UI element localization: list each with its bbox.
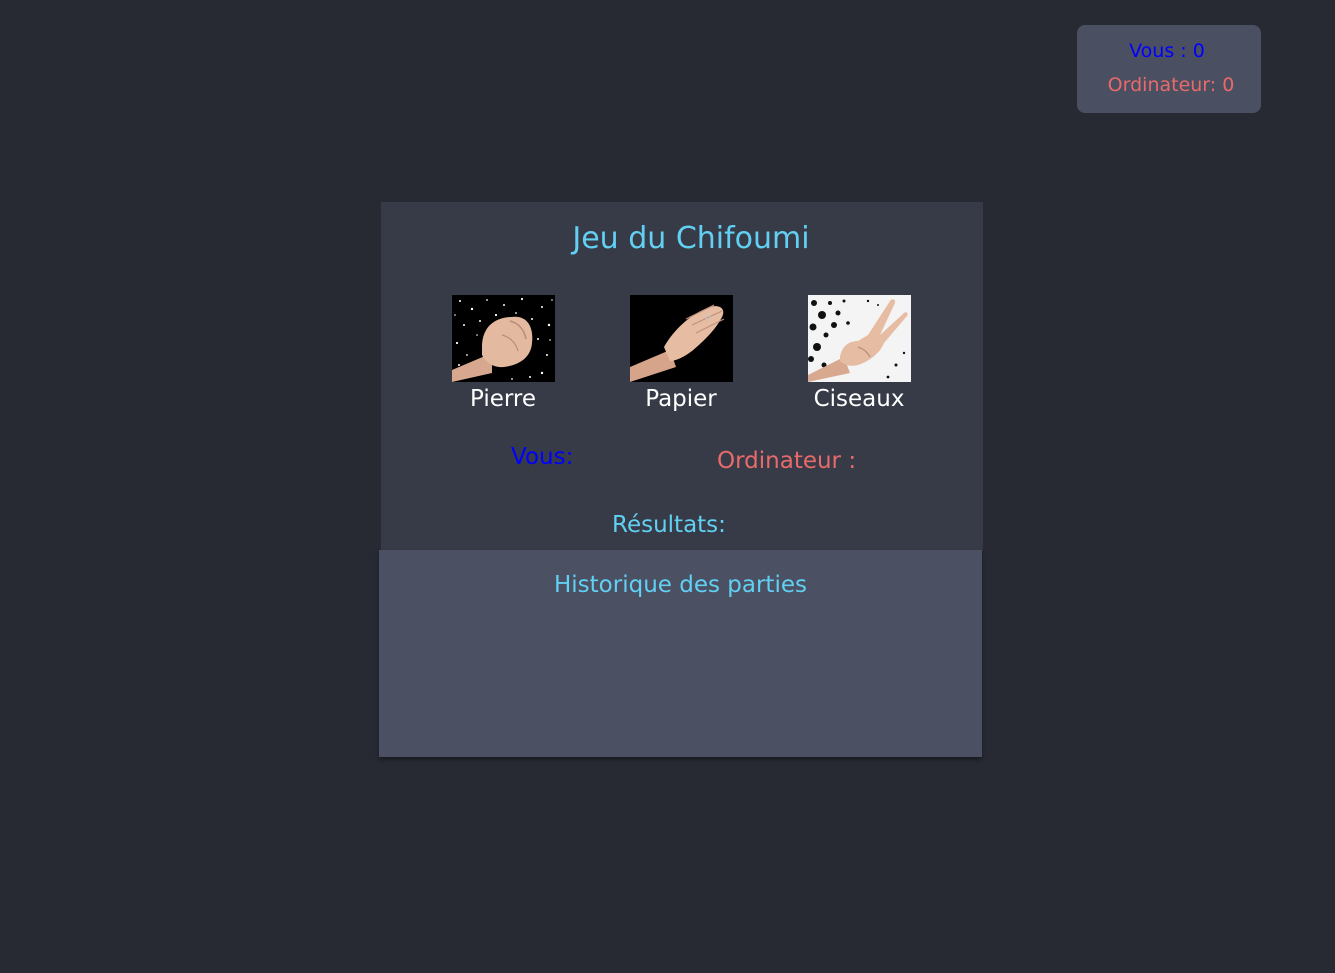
choice-pierre-button[interactable]: Pierre bbox=[443, 295, 563, 412]
flat-paper-hand-icon[interactable] bbox=[629, 295, 733, 382]
game-title: Jeu du Chifoumi bbox=[572, 221, 810, 256]
v-scissors-hand-icon[interactable] bbox=[807, 295, 911, 382]
computer-choice-label: Ordinateur : bbox=[717, 448, 857, 474]
choice-ciseaux-label: Ciseaux bbox=[813, 386, 905, 412]
scoreboard: Vous : 0 Ordinateur: 0 bbox=[1077, 25, 1261, 113]
results-label: Résultats: bbox=[612, 512, 726, 538]
computer-score: Ordinateur: 0 bbox=[1107, 74, 1235, 96]
choice-papier-button[interactable]: Papier bbox=[621, 295, 741, 412]
choice-ciseaux-button[interactable]: Ciseaux bbox=[799, 295, 919, 412]
player-score: Vous : 0 bbox=[1129, 40, 1205, 62]
history-title: Historique des parties bbox=[554, 572, 807, 598]
history-panel: Historique des parties bbox=[379, 550, 982, 757]
fist-rock-hand-icon[interactable] bbox=[451, 295, 555, 382]
player-choice-label: Vous: bbox=[511, 444, 574, 470]
game-card: Jeu du Chifoumi Pierre Papier Ciseaux Vo… bbox=[381, 202, 983, 550]
choice-papier-label: Papier bbox=[645, 386, 717, 412]
choice-pierre-label: Pierre bbox=[469, 386, 537, 412]
